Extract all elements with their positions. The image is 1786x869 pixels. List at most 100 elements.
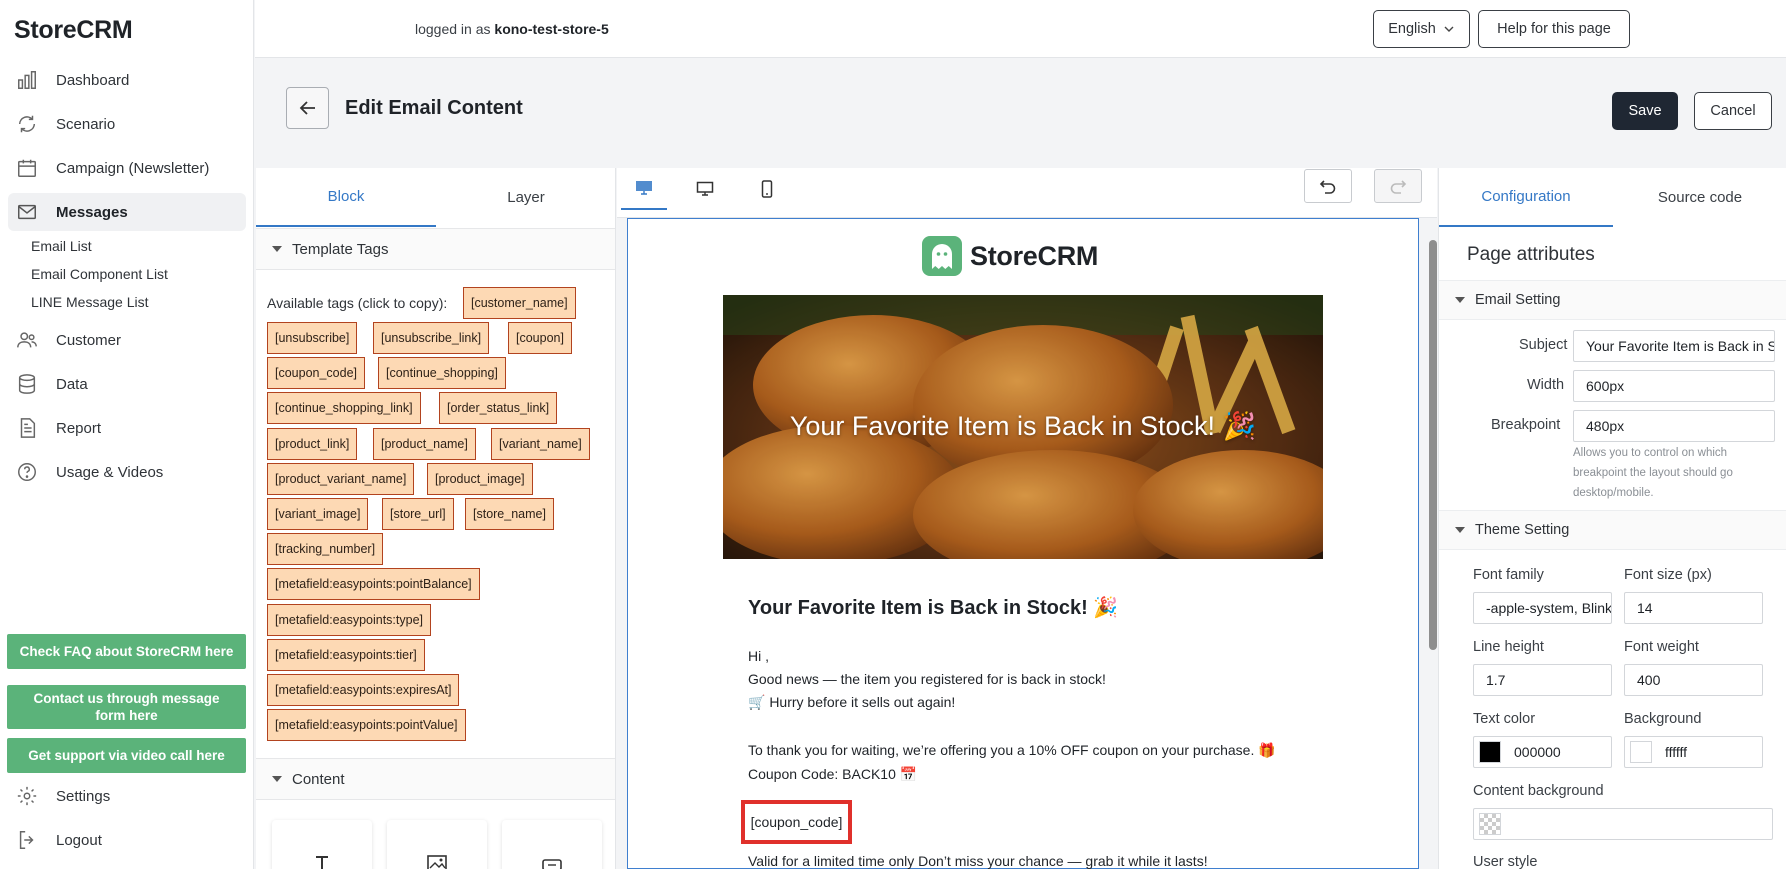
- nav-data[interactable]: Data: [8, 365, 246, 403]
- button-block-tile[interactable]: [502, 820, 602, 869]
- email-line[interactable]: Coupon Code: BACK10 📅: [748, 766, 917, 783]
- help-page-button[interactable]: Help for this page: [1478, 10, 1630, 48]
- tag-chip[interactable]: [metafield:easypoints:pointBalance]: [267, 568, 480, 600]
- email-heading[interactable]: Your Favorite Item is Back in Stock! 🎉: [748, 595, 1118, 620]
- text-icon: [316, 856, 328, 869]
- tag-chip[interactable]: [customer_name]: [463, 287, 576, 319]
- tag-chip[interactable]: [product_link]: [267, 428, 358, 460]
- nav-messages[interactable]: Messages: [8, 193, 246, 231]
- transparent-swatch[interactable]: [1479, 813, 1501, 835]
- back-button[interactable]: [286, 87, 329, 129]
- tag-chip[interactable]: [continue_shopping]: [378, 357, 506, 389]
- canvas-scrollbar[interactable]: [1429, 240, 1437, 650]
- breakpoint-input[interactable]: 480px: [1573, 410, 1775, 442]
- nav-label: Messages: [56, 203, 128, 221]
- responsive-view-button[interactable]: [621, 168, 667, 210]
- nav-scenario[interactable]: Scenario: [8, 105, 246, 143]
- tag-chip[interactable]: [metafield:easypoints:pointValue]: [267, 709, 466, 741]
- desktop-view-button[interactable]: [682, 168, 728, 210]
- tag-chip[interactable]: [store_name]: [465, 498, 554, 530]
- line-height-input[interactable]: 1.7: [1473, 664, 1612, 696]
- tag-chip[interactable]: [tracking_number]: [267, 533, 384, 565]
- logout-icon: [19, 831, 34, 849]
- font-weight-label: Font weight: [1624, 639, 1699, 655]
- text-color-swatch[interactable]: [1479, 741, 1501, 763]
- image-block-tile[interactable]: [387, 820, 487, 869]
- nav-usage-videos[interactable]: Usage & Videos: [8, 453, 246, 491]
- language-select[interactable]: English: [1373, 10, 1470, 48]
- users-icon: [17, 332, 37, 348]
- tag-chip[interactable]: [product_image]: [427, 463, 533, 495]
- nav-label: Usage & Videos: [56, 463, 164, 481]
- email-line[interactable]: To thank you for waiting, we’re offering…: [748, 742, 1276, 759]
- video-call-button[interactable]: Get support via video call here: [7, 738, 246, 773]
- contact-form-button[interactable]: Contact us through message form here: [7, 685, 246, 729]
- nav-customer[interactable]: Customer: [8, 321, 246, 359]
- tab-block[interactable]: Block: [256, 168, 436, 227]
- faq-button[interactable]: Check FAQ about StoreCRM here: [7, 634, 246, 669]
- caret-down-icon: [272, 246, 282, 252]
- font-size-input[interactable]: 14: [1624, 592, 1763, 624]
- tag-chip[interactable]: [coupon]: [508, 322, 572, 354]
- nav-logout[interactable]: Logout: [8, 821, 246, 859]
- email-line[interactable]: 🛒 Hurry before it sells out again!: [748, 694, 955, 711]
- tag-chip[interactable]: [continue_shopping_link]: [267, 392, 421, 424]
- font-family-label: Font family: [1473, 567, 1544, 583]
- tag-chip[interactable]: [variant_image]: [267, 498, 369, 530]
- font-family-input[interactable]: -apple-system, BlinkMacSystemFont: [1473, 592, 1612, 624]
- cancel-button[interactable]: Cancel: [1694, 92, 1772, 130]
- breakpoint-label: Breakpoint: [1491, 417, 1561, 433]
- tag-chip[interactable]: [metafield:easypoints:type]: [267, 604, 431, 636]
- width-input[interactable]: 600px: [1573, 370, 1775, 402]
- content-header[interactable]: Content: [256, 758, 615, 800]
- subject-input[interactable]: Your Favorite Item is Back in Stock! 🎉: [1573, 330, 1775, 362]
- background-swatch[interactable]: [1630, 741, 1652, 763]
- email-greeting[interactable]: Hi ,: [748, 648, 769, 664]
- template-tags-header[interactable]: Template Tags: [256, 228, 615, 270]
- tag-chip[interactable]: [product_name]: [373, 428, 476, 460]
- email-line[interactable]: Valid for a limited time only Don’t miss…: [748, 853, 1208, 869]
- tab-configuration[interactable]: Configuration: [1439, 168, 1613, 227]
- subnav-email-component-list[interactable]: Email Component List: [31, 266, 168, 282]
- nav-campaign[interactable]: Campaign (Newsletter): [8, 149, 246, 187]
- tab-layer[interactable]: Layer: [436, 168, 615, 227]
- tab-source-code[interactable]: Source code: [1613, 168, 1786, 227]
- email-setting-header[interactable]: Email Setting: [1439, 280, 1786, 320]
- mobile-view-button[interactable]: [744, 168, 790, 210]
- selected-coupon-block[interactable]: [coupon_code]: [741, 800, 852, 844]
- brand-logo[interactable]: StoreCRM: [14, 16, 133, 45]
- nav-report[interactable]: Report: [8, 409, 246, 447]
- subnav-line-message-list[interactable]: LINE Message List: [31, 294, 149, 310]
- tag-chip[interactable]: [order_status_link]: [439, 392, 558, 424]
- sidebar: StoreCRM Dashboard Scenario Campaign (Ne…: [0, 0, 254, 869]
- content-background-input[interactable]: [1473, 808, 1773, 840]
- save-button[interactable]: Save: [1612, 92, 1678, 130]
- font-size-label: Font size (px): [1624, 567, 1712, 583]
- nav-dashboard[interactable]: Dashboard: [8, 61, 246, 99]
- tag-chip[interactable]: [store_url]: [382, 498, 454, 530]
- tag-chip[interactable]: [metafield:easypoints:expiresAt]: [267, 674, 460, 706]
- section-title: Email Setting: [1475, 292, 1561, 308]
- font-weight-input[interactable]: 400: [1624, 664, 1763, 696]
- tag-chip[interactable]: [metafield:easypoints:tier]: [267, 639, 425, 671]
- text-block-tile[interactable]: [272, 820, 372, 869]
- arrow-left-icon: [299, 101, 315, 115]
- tag-chip[interactable]: [unsubscribe_link]: [373, 322, 490, 354]
- nav-settings[interactable]: Settings: [8, 777, 246, 815]
- logged-in-info: logged in as kono-test-store-5: [415, 21, 609, 37]
- image-icon: [427, 855, 447, 869]
- subnav-email-list[interactable]: Email List: [31, 238, 92, 254]
- phone-icon: [761, 180, 773, 198]
- redo-button[interactable]: [1374, 169, 1422, 203]
- hero-image[interactable]: Your Favorite Item is Back in Stock! 🎉: [723, 295, 1323, 559]
- tag-chip[interactable]: [product_variant_name]: [267, 463, 415, 495]
- database-icon: [18, 374, 36, 394]
- email-logo[interactable]: StoreCRM: [922, 236, 1098, 276]
- undo-button[interactable]: [1304, 169, 1352, 203]
- tag-chip[interactable]: [unsubscribe]: [267, 322, 358, 354]
- email-line[interactable]: Good news — the item you registered for …: [748, 671, 1106, 687]
- blocks-panel: Block Layer Template Tags Available tags…: [256, 168, 616, 869]
- tag-chip[interactable]: [variant_name]: [491, 428, 590, 460]
- theme-setting-header[interactable]: Theme Setting: [1439, 510, 1786, 550]
- tag-chip[interactable]: [coupon_code]: [267, 357, 366, 389]
